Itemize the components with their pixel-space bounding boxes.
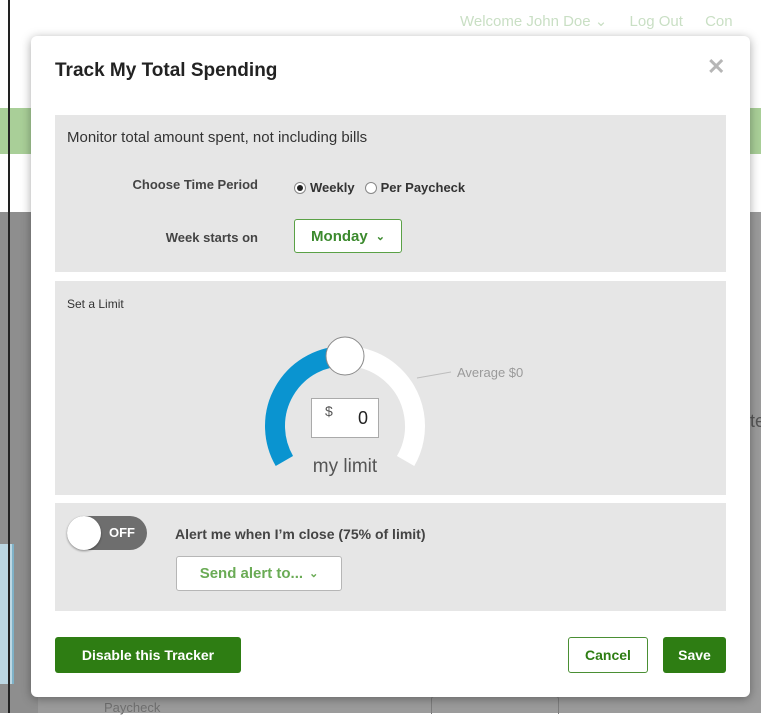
choose-time-period-label: Choose Time Period — [132, 177, 258, 192]
monitor-description: Monitor total amount spent, not includin… — [67, 129, 368, 146]
radio-weekly-indicator[interactable] — [294, 181, 306, 194]
cancel-button[interactable]: Cancel — [568, 637, 648, 673]
background-nav: Welcome John Doe ⌄ Log Out Con — [460, 12, 751, 30]
save-button[interactable]: Save — [663, 637, 726, 673]
time-period-radio-group: Weekly Per Paycheck — [294, 180, 475, 195]
send-alert-label: Send alert to... — [199, 565, 304, 582]
toggle-knob[interactable] — [67, 516, 101, 550]
radio-weekly-label: Weekly — [310, 180, 355, 195]
disable-tracker-button[interactable]: Disable this Tracker — [55, 637, 241, 673]
alert-toggle[interactable]: OFF — [67, 516, 147, 550]
limit-gauge — [265, 336, 452, 466]
send-alert-dropdown[interactable]: Send alert to... ⌄ — [176, 556, 342, 591]
my-limit-caption: my limit — [312, 456, 378, 477]
chevron-down-icon: ⌄ — [375, 230, 385, 243]
track-spending-modal: Track My Total Spending ✕ Monitor total … — [31, 36, 750, 697]
alert-label: Alert me when I’m close (75% of limit) — [175, 526, 426, 542]
toggle-state-label: OFF — [109, 525, 135, 540]
week-starts-label: Week starts on — [165, 230, 258, 245]
nav-logout[interactable]: Log Out — [630, 13, 683, 30]
close-icon[interactable]: ✕ — [707, 56, 725, 78]
radio-per-paycheck[interactable]: Per Paycheck — [364, 180, 466, 195]
gauge-handle[interactable] — [325, 336, 365, 376]
nav-contact[interactable]: Con — [705, 13, 733, 30]
radio-weekly[interactable]: Weekly — [294, 180, 355, 195]
chevron-down-icon: ⌄ — [309, 568, 319, 580]
window-frame-line — [8, 0, 10, 713]
average-label: Average $0 — [457, 365, 524, 380]
currency-symbol: $ — [325, 403, 333, 419]
limit-amount-input[interactable] — [311, 398, 379, 438]
alert-panel: OFF Alert me when I’m close (75% of limi… — [55, 503, 726, 611]
gauge-average-leader — [416, 371, 452, 379]
background-left-box — [0, 544, 14, 684]
nav-welcome[interactable]: Welcome John Doe ⌄ — [460, 13, 607, 30]
week-start-dropdown[interactable]: Monday ⌄ — [294, 219, 402, 253]
radio-per-paycheck-indicator[interactable] — [364, 181, 377, 194]
time-period-panel: Monitor total amount spent, not includin… — [55, 115, 726, 272]
modal-title: Track My Total Spending — [55, 60, 278, 81]
week-start-value: Monday — [311, 227, 368, 245]
background-side-text: te — [750, 411, 761, 431]
radio-per-paycheck-label: Per Paycheck — [380, 180, 466, 195]
set-limit-panel: Set a Limit Average $0 $ my limit — [55, 281, 726, 495]
background-bottom-button — [431, 696, 559, 714]
